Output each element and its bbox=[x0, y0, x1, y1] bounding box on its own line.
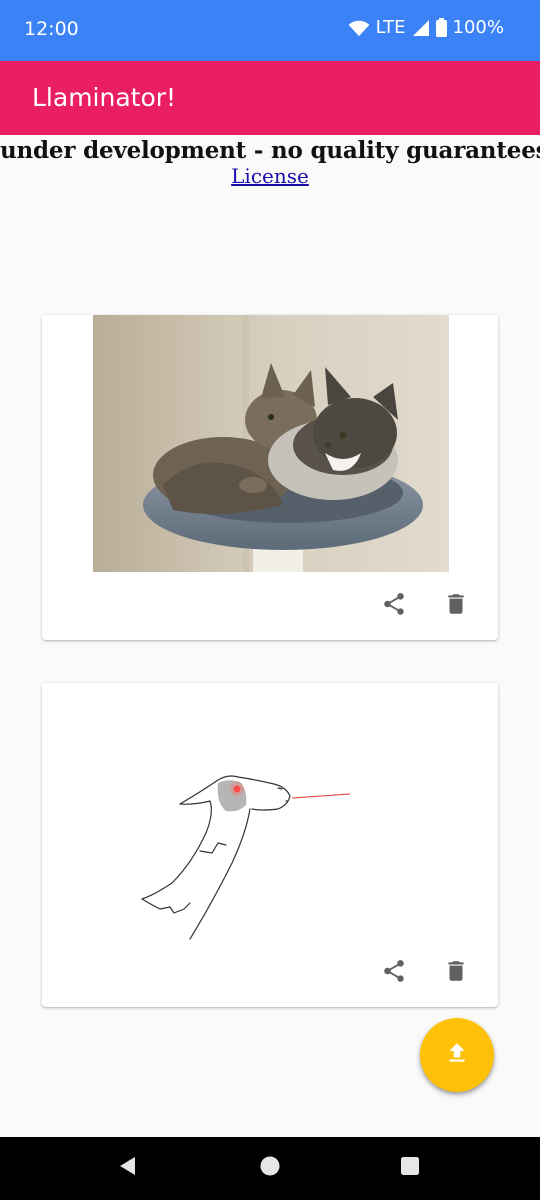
share-icon bbox=[381, 958, 407, 989]
share-button[interactable] bbox=[374, 586, 414, 626]
image-card bbox=[42, 683, 498, 1007]
status-indicators: LTE 100% bbox=[348, 17, 504, 38]
cats-photo[interactable] bbox=[93, 315, 449, 572]
back-button[interactable] bbox=[88, 1137, 168, 1200]
delete-icon bbox=[443, 958, 469, 989]
upload-icon bbox=[444, 1040, 470, 1071]
system-nav-bar bbox=[0, 1137, 540, 1200]
home-icon bbox=[259, 1155, 281, 1182]
delete-button[interactable] bbox=[436, 953, 476, 993]
battery-icon bbox=[435, 18, 447, 37]
recents-button[interactable] bbox=[370, 1137, 450, 1200]
battery-level: 100% bbox=[452, 17, 504, 38]
wifi-icon bbox=[348, 19, 370, 37]
share-icon bbox=[381, 591, 407, 622]
share-button[interactable] bbox=[374, 953, 414, 993]
image-card bbox=[42, 315, 498, 640]
recents-icon bbox=[399, 1155, 421, 1182]
home-button[interactable] bbox=[230, 1137, 310, 1200]
upload-button[interactable] bbox=[420, 1018, 494, 1092]
development-notice: under development - no quality guarantee… bbox=[0, 137, 540, 164]
delete-button[interactable] bbox=[436, 586, 476, 626]
delete-icon bbox=[443, 591, 469, 622]
app-title: Llaminator! bbox=[32, 83, 177, 112]
llama-drawing[interactable] bbox=[42, 683, 498, 945]
cell-signal-icon bbox=[412, 19, 430, 37]
back-icon bbox=[117, 1155, 139, 1182]
status-bar: 12:00 LTE 100% bbox=[0, 0, 540, 61]
app-bar: Llaminator! bbox=[0, 61, 540, 135]
license-link[interactable]: License bbox=[0, 164, 540, 188]
network-type: LTE bbox=[375, 17, 406, 38]
status-time: 12:00 bbox=[24, 18, 79, 40]
